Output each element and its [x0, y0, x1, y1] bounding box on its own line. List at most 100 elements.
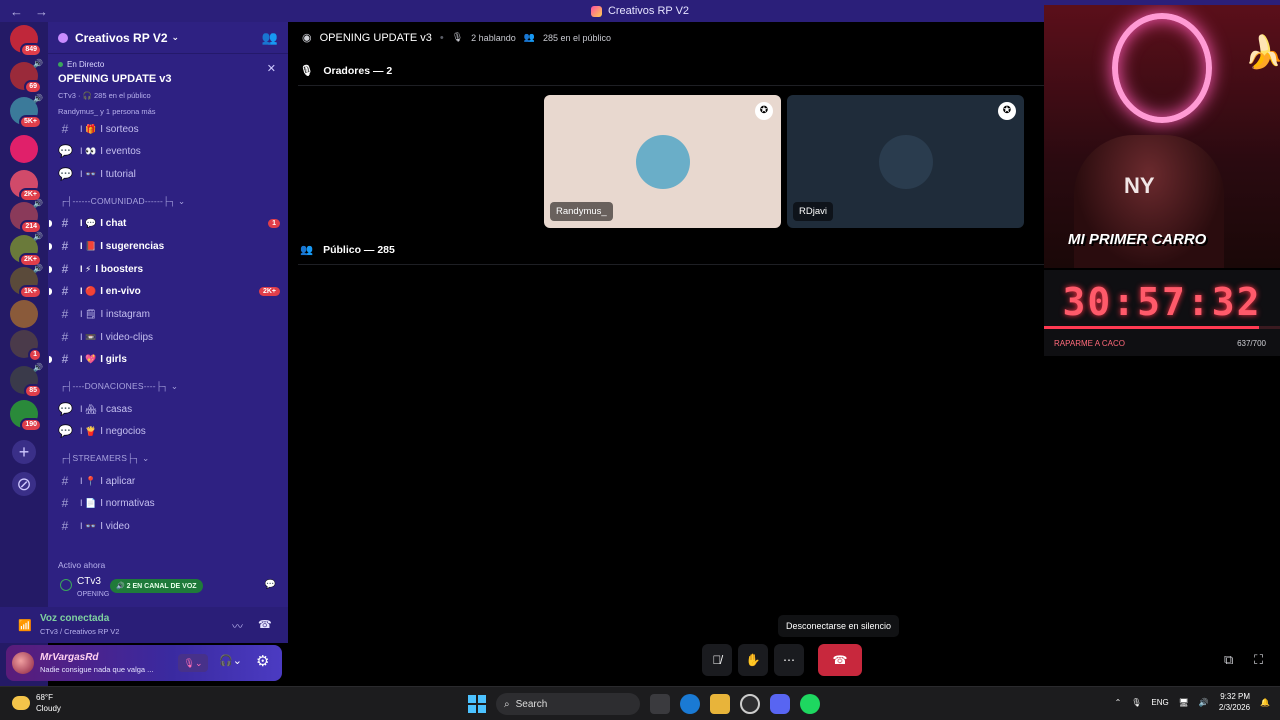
- avatar[interactable]: [12, 652, 34, 674]
- channel-category[interactable]: ┌┤------COMUNIDAD------├┐ ⌄: [60, 196, 185, 207]
- channel-item[interactable]: 💬 I 🏘 I casas: [58, 399, 280, 419]
- channel-emoji: I ⚡: [80, 263, 92, 274]
- channel-item[interactable]: # I 💖 I girls: [49, 349, 280, 369]
- username[interactable]: MrVargasRd: [40, 652, 99, 663]
- channel-item[interactable]: # I ⚡ I boosters: [49, 259, 280, 279]
- guild-header[interactable]: Creativos RP V2 ⌄ 👥: [48, 22, 288, 54]
- unread-indicator: [49, 265, 52, 273]
- server-icon[interactable]: 2K+: [10, 170, 42, 202]
- channel-item[interactable]: # I 💬 I chat 1: [49, 213, 280, 233]
- divider: [298, 85, 1044, 86]
- mic-off-icon[interactable]: 🎙̸: [702, 644, 732, 676]
- signal-icon[interactable]: 📶: [18, 619, 32, 632]
- server-icon[interactable]: 1K+ 🔊: [10, 264, 43, 299]
- clock[interactable]: 9:32 PM 2/3/2026: [1219, 691, 1250, 713]
- search-label: Search: [515, 698, 548, 710]
- channel-item[interactable]: # I 🔴 I en-vivo 2K+: [49, 281, 280, 301]
- obs-icon[interactable]: [740, 694, 760, 714]
- popout-icon[interactable]: ⧉: [1224, 652, 1233, 668]
- server-icon[interactable]: 85 🔊: [10, 363, 43, 398]
- noise-suppression-icon[interactable]: 〰: [232, 618, 243, 634]
- speaker-name: Randymus_: [550, 202, 613, 221]
- microphone-icon[interactable]: 🎙: [1131, 698, 1141, 707]
- network-icon[interactable]: 🖥: [1179, 698, 1189, 707]
- search-box[interactable]: ⌕ Search: [496, 693, 640, 715]
- server-icon[interactable]: 190: [10, 400, 42, 432]
- channel-emoji: I 🎁: [80, 123, 97, 134]
- close-icon[interactable]: ✕: [267, 62, 276, 75]
- gear-icon[interactable]: ⚙: [256, 652, 269, 670]
- channel-item[interactable]: # I 👓 I video: [58, 516, 280, 536]
- channel-emoji: I 🔴: [80, 285, 97, 296]
- voice-status[interactable]: Voz conectada: [40, 613, 109, 624]
- mention-badge: 2K+: [258, 286, 280, 296]
- discord-icon[interactable]: [770, 694, 790, 714]
- cloudy-icon: [12, 696, 30, 710]
- disconnect-button[interactable]: ☎: [818, 644, 862, 676]
- channel-item[interactable]: 💬 I 🍟 I negocios: [58, 421, 280, 441]
- live-stage-panel[interactable]: En Directo OPENING UPDATE v3 CTv3 · 🎧 28…: [48, 54, 288, 120]
- server-icon[interactable]: 849: [10, 25, 42, 57]
- stage-main: ◉ OPENING UPDATE v3 • 🎙 2 hablando 👥 285…: [288, 22, 1263, 686]
- server-icon[interactable]: 1: [10, 330, 42, 362]
- channel-item[interactable]: # I 📍 I aplicar: [58, 471, 280, 491]
- channel-name: I sorteos: [100, 123, 139, 135]
- server-icon[interactable]: 2K+ 🔊: [10, 232, 43, 267]
- speaker-tile[interactable]: ✪ Randymus_: [544, 95, 781, 228]
- channel-item[interactable]: 💬 I 👓 I tutorial: [58, 164, 280, 184]
- stage-icon: [60, 579, 72, 591]
- active-now-item[interactable]: CTv3 OPENING 🔊 2 EN CANAL DE VOZ 💬: [58, 575, 280, 599]
- server-icon[interactable]: [10, 300, 38, 328]
- active-now-heading: Activo ahora: [58, 560, 106, 570]
- channel-emoji: I 👀: [80, 145, 97, 156]
- search-icon: ⌕: [504, 698, 510, 710]
- forum-icon: 💬: [58, 167, 73, 181]
- weather-widget[interactable]: 68°F Cloudy: [12, 692, 61, 714]
- speaker-tile[interactable]: ✪ RDjavi: [787, 95, 1024, 228]
- channel-emoji: I 🍟: [80, 425, 97, 436]
- webcam-overlay: 🍌 NY MI PRIMER CARRO: [1044, 5, 1280, 268]
- disconnect-icon[interactable]: ☎: [258, 618, 272, 631]
- voice-location[interactable]: CTv3 / Creativos RP V2: [40, 627, 119, 636]
- mention-badge: 1K+: [18, 285, 42, 299]
- channel-category[interactable]: ┌┤STREAMERS├┐ ⌄: [60, 453, 149, 464]
- mute-mic-icon[interactable]: 🎙⌄: [178, 654, 208, 672]
- volume-icon[interactable]: 🔊: [1199, 698, 1209, 707]
- server-icon[interactable]: 214 🔊: [10, 199, 43, 234]
- taskbar-apps: ⌕ Search: [468, 693, 820, 715]
- channel-item[interactable]: # I 📄 I normativas: [58, 493, 280, 513]
- task-view-icon[interactable]: [650, 694, 670, 714]
- chevron-up-icon[interactable]: ⌃: [1115, 698, 1122, 707]
- channel-emoji: I 👓: [80, 168, 97, 179]
- headphones-icon[interactable]: 🎧⌄: [219, 654, 242, 667]
- channel-item[interactable]: # I 📕 I sugerencias: [49, 236, 280, 256]
- discover-icon[interactable]: ⊘: [12, 472, 36, 496]
- server-icon[interactable]: 5K+ 🔊: [10, 94, 43, 129]
- more-options-icon[interactable]: ⋯: [774, 644, 804, 676]
- channel-item[interactable]: # I 📼 I video-clips: [58, 327, 280, 347]
- speaker-icon: 🔊: [33, 199, 43, 208]
- channel-emoji: I 📼: [80, 331, 97, 342]
- server-avatar: [10, 300, 38, 328]
- fullscreen-icon[interactable]: ⛶: [1254, 652, 1263, 668]
- chat-bubble-icon[interactable]: 💬: [265, 579, 276, 590]
- raise-hand-icon[interactable]: ✋: [738, 644, 768, 676]
- channel-item[interactable]: # I 🎁 I sorteos: [58, 119, 280, 139]
- file-explorer-icon[interactable]: [710, 694, 730, 714]
- channel-item[interactable]: 💬 I 👀 I eventos: [58, 141, 280, 161]
- mention-badge: 1: [28, 348, 42, 362]
- forum-icon: 💬: [58, 144, 73, 158]
- add-member-icon[interactable]: 👥: [262, 30, 278, 46]
- add-server-icon[interactable]: +: [12, 440, 36, 464]
- server-icon[interactable]: [10, 135, 38, 163]
- channel-emoji: I 📄: [80, 497, 97, 508]
- language[interactable]: ENG: [1151, 698, 1168, 707]
- user-panel: MrVargasRd Nadie consigue nada que valga…: [6, 645, 282, 681]
- channel-category[interactable]: ┌┤----DONACIONES----├┐ ⌄: [60, 381, 178, 392]
- server-icon[interactable]: 69 🔊: [10, 59, 43, 94]
- edge-icon[interactable]: [680, 694, 700, 714]
- windows-start-icon[interactable]: [468, 695, 486, 713]
- notification-icon[interactable]: 🔔: [1260, 698, 1270, 707]
- channel-item[interactable]: # I 🗒 I instagram: [58, 304, 280, 324]
- spotify-icon[interactable]: [800, 694, 820, 714]
